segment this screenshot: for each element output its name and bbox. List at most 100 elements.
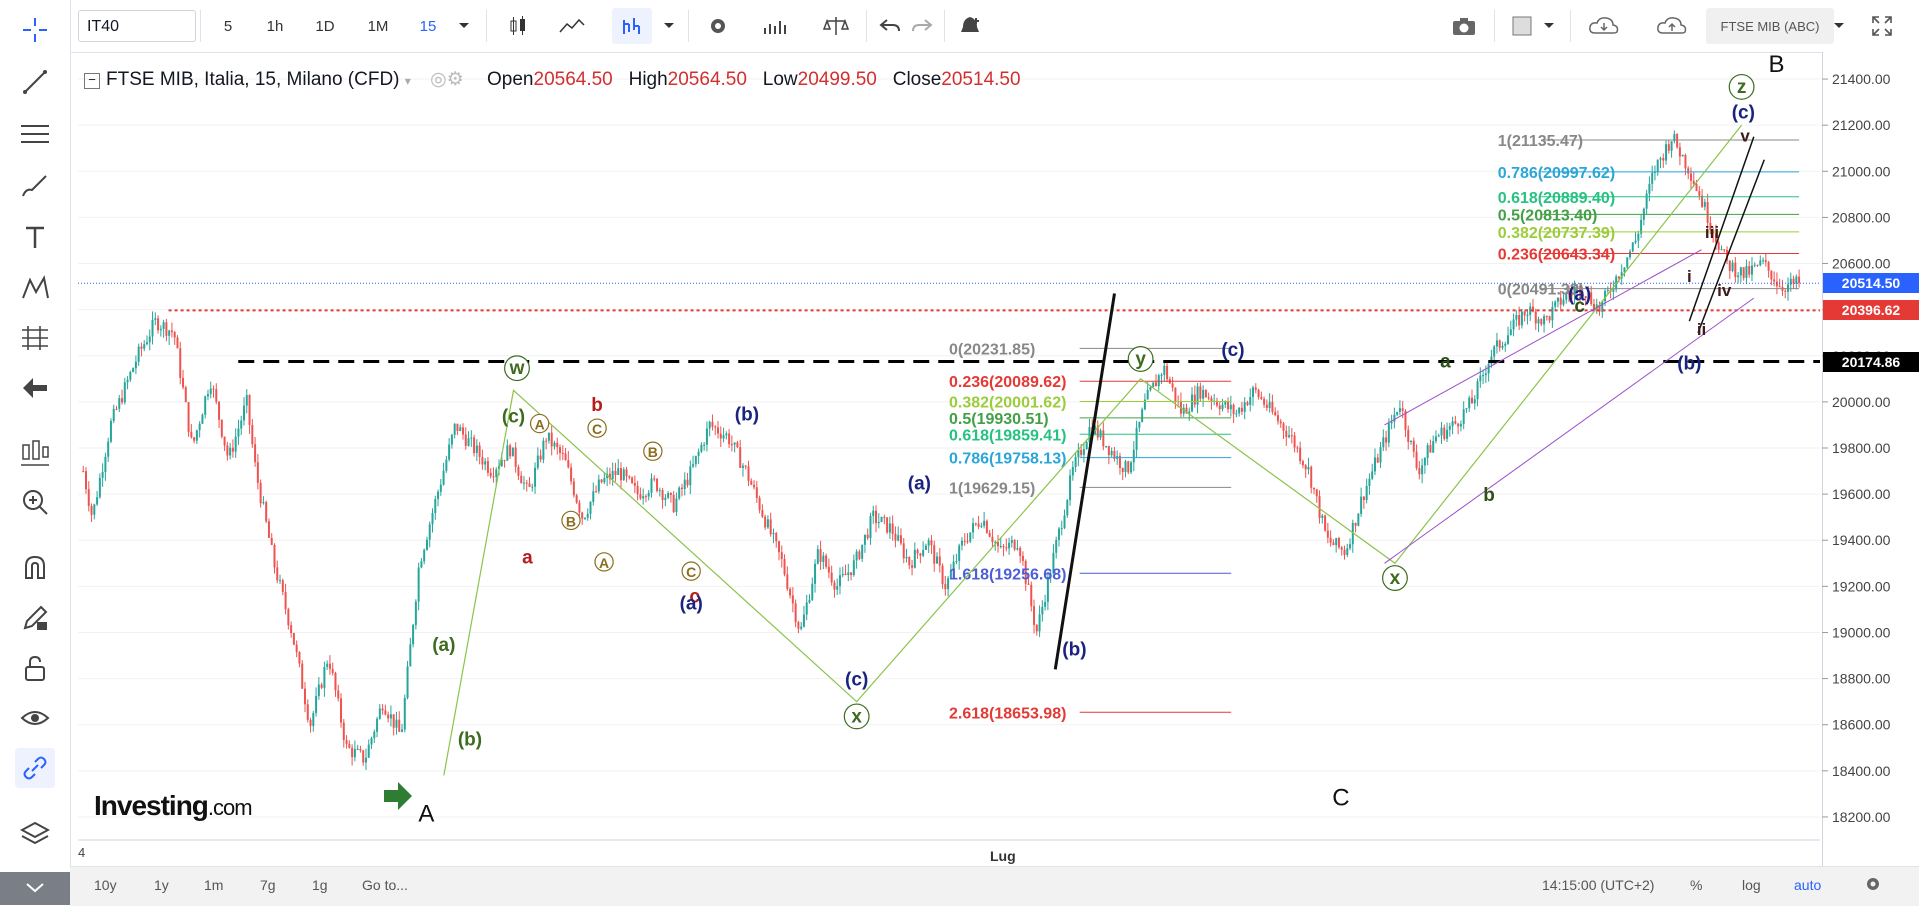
- candle-body: [1240, 407, 1243, 412]
- candle-body: [753, 484, 756, 488]
- price-axis[interactable]: [1822, 52, 1919, 866]
- candle-body: [567, 460, 570, 468]
- candle-body: [401, 729, 404, 732]
- candle-body: [1135, 427, 1138, 450]
- settings-gear-icon[interactable]: [1864, 875, 1882, 896]
- wave-label: b: [1483, 485, 1495, 506]
- candle-body: [503, 459, 506, 461]
- candle-body: [1132, 449, 1135, 463]
- wave-label: (a): [432, 635, 455, 656]
- candle-body: [195, 430, 198, 441]
- candle-body: [1470, 397, 1473, 404]
- candle-body: [619, 468, 622, 481]
- price-chart[interactable]: 4 Lug 0(20231.85) 0.236(20089.62) 0.382(2000…: [0, 0, 1919, 905]
- candle-body: [134, 361, 137, 369]
- candle-body: [157, 318, 160, 331]
- candle-body: [1548, 316, 1551, 321]
- range-1y[interactable]: 1y: [154, 877, 169, 893]
- candle-body: [121, 398, 124, 403]
- candle-body: [434, 499, 437, 514]
- candle-body: [1748, 266, 1751, 275]
- candle-body: [902, 543, 905, 559]
- candle-body: [1462, 409, 1465, 424]
- candle-body: [1315, 489, 1318, 497]
- wave-label: B: [566, 513, 576, 529]
- wave-label: x: [851, 706, 862, 727]
- candle-body: [814, 563, 817, 584]
- candle-body: [1254, 387, 1257, 390]
- wave-label: (c): [1221, 340, 1244, 361]
- candle-body: [420, 561, 423, 568]
- candle-body: [522, 482, 525, 484]
- candle-body: [475, 445, 478, 453]
- candle-body: [198, 423, 201, 431]
- candle-body: [353, 748, 356, 758]
- candle-body: [315, 696, 318, 713]
- candle-body: [1670, 141, 1673, 151]
- candle-body: [1207, 397, 1210, 399]
- candle-body: [284, 591, 287, 610]
- candle-body: [797, 622, 800, 629]
- range-10y[interactable]: 10y: [94, 877, 117, 893]
- candle-body: [1279, 421, 1282, 424]
- green-arrow-icon: [384, 782, 412, 810]
- candle-body: [370, 738, 373, 745]
- candle-body: [700, 444, 703, 452]
- candle-body: [389, 714, 392, 719]
- candle-body: [575, 495, 578, 503]
- candle-body: [647, 492, 650, 497]
- candle-body: [758, 497, 761, 510]
- candle-body: [1418, 468, 1421, 475]
- candle-body: [245, 394, 248, 406]
- candle-body: [966, 541, 969, 543]
- time-zone-display[interactable]: 14:15:00 (UTC+2): [1542, 877, 1654, 893]
- candle-body: [525, 482, 528, 484]
- candle-body: [201, 414, 204, 424]
- candle-body: [1368, 478, 1371, 486]
- candle-body: [1285, 430, 1288, 438]
- candle-body: [1667, 144, 1670, 151]
- candle-body: [170, 330, 173, 333]
- candle-body: [1454, 421, 1457, 424]
- candle-body: [1069, 475, 1072, 501]
- percent-toggle[interactable]: %: [1690, 877, 1702, 893]
- candle-body: [229, 447, 232, 456]
- candle-body: [162, 322, 165, 329]
- auto-toggle[interactable]: auto: [1794, 877, 1821, 893]
- range-1m[interactable]: 1m: [204, 877, 223, 893]
- candle-body: [206, 394, 209, 397]
- candle-body: [489, 472, 492, 477]
- candle-body: [586, 513, 589, 518]
- candle-body: [1396, 411, 1399, 415]
- candle-body: [1274, 411, 1277, 416]
- candle-body: [1739, 267, 1742, 276]
- fib-level-label: 0.618(19859.41): [949, 427, 1066, 444]
- candle-body: [218, 401, 221, 420]
- candle-body: [664, 497, 667, 500]
- candle-body: [176, 337, 179, 349]
- candle-body: [473, 437, 476, 453]
- candle-body: [459, 427, 462, 431]
- range-1g[interactable]: 1g: [312, 877, 328, 893]
- candle-body: [1665, 144, 1668, 161]
- candle-body: [930, 540, 933, 546]
- candle-body: [1105, 445, 1108, 447]
- candle-body: [911, 565, 914, 568]
- legend-visibility-icon[interactable]: ◎⚙: [430, 69, 464, 90]
- candle-body: [1393, 414, 1396, 422]
- candle-body: [944, 584, 947, 590]
- candle-body: [1476, 381, 1479, 400]
- candle-body: [1346, 548, 1349, 555]
- wave-label: C: [1332, 784, 1349, 811]
- candle-body: [1784, 290, 1787, 292]
- wave-label: (a): [680, 593, 703, 614]
- legend-dropdown-icon[interactable]: ▾: [405, 74, 411, 88]
- goto-button[interactable]: Go to...: [362, 877, 408, 893]
- bottom-toolbar: 10y 1y 1m 7g 1g Go to... 14:15:00 (UTC+2…: [70, 866, 1919, 906]
- candle-body: [1221, 404, 1224, 410]
- range-7g[interactable]: 7g: [260, 877, 276, 893]
- candle-body: [262, 502, 265, 504]
- legend-collapse-icon[interactable]: −: [84, 73, 100, 89]
- candle-body: [1512, 319, 1515, 330]
- log-toggle[interactable]: log: [1742, 877, 1761, 893]
